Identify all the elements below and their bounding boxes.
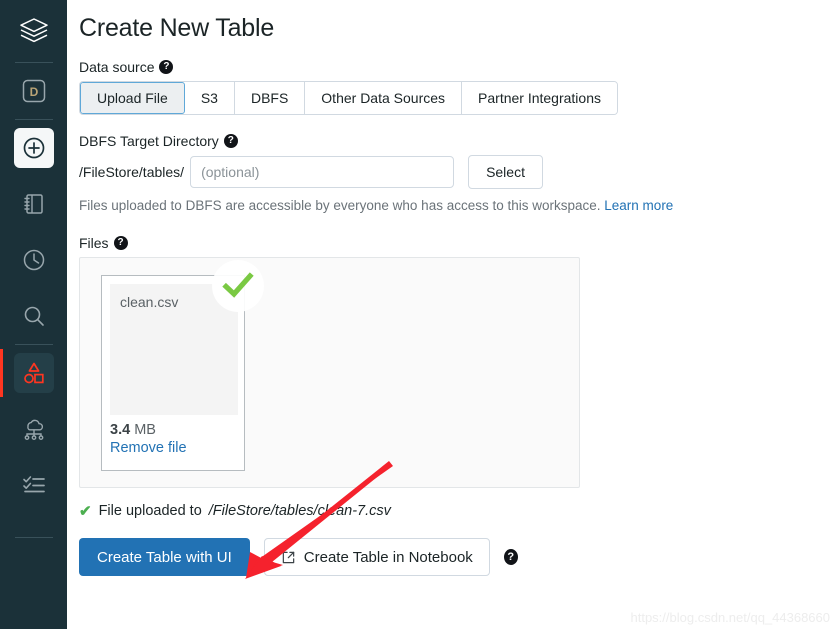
notebook-icon bbox=[23, 194, 43, 214]
learn-more-link[interactable]: Learn more bbox=[604, 198, 673, 213]
dbfs-hint-text: Files uploaded to DBFS are accessible by… bbox=[79, 198, 838, 213]
sidebar-item-workspace[interactable] bbox=[0, 176, 67, 232]
tab-dbfs[interactable]: DBFS bbox=[234, 82, 306, 114]
shapes-icon bbox=[23, 362, 44, 384]
tab-upload-file[interactable]: Upload File bbox=[80, 82, 185, 114]
file-dropzone[interactable]: clean.csv 3.4 MB Remove file bbox=[79, 257, 580, 488]
data-source-tabs: Upload File S3 DBFS Other Data Sources P… bbox=[79, 81, 618, 115]
file-name: clean.csv bbox=[120, 294, 179, 310]
dbfs-target-input[interactable] bbox=[190, 156, 455, 188]
dbfs-target-row: /FileStore/tables/ Select bbox=[79, 155, 838, 189]
tab-other-data-sources[interactable]: Other Data Sources bbox=[305, 82, 463, 114]
upload-status: ✔ File uploaded to /FileStore/tables/cle… bbox=[79, 502, 838, 520]
clock-icon bbox=[23, 249, 44, 271]
page-title: Create New Table bbox=[79, 14, 275, 42]
dbfs-hint-label: Files uploaded to DBFS are accessible by… bbox=[79, 198, 601, 213]
upload-success-badge bbox=[212, 260, 264, 312]
checklist-icon bbox=[22, 476, 45, 493]
sidebar-item-jobs[interactable] bbox=[0, 457, 67, 513]
search-icon bbox=[24, 306, 44, 326]
sidebar-divider-4 bbox=[14, 537, 53, 538]
svg-text:D: D bbox=[29, 85, 38, 99]
files-label-row: Files ? bbox=[79, 235, 838, 251]
file-meta: 3.4 MB Remove file bbox=[110, 415, 236, 456]
file-size-value: 3.4 bbox=[110, 422, 131, 438]
left-sidebar: D bbox=[0, 0, 67, 629]
file-size-unit: MB bbox=[134, 422, 156, 438]
file-card: clean.csv 3.4 MB Remove file bbox=[101, 260, 264, 471]
plus-circle-icon bbox=[23, 137, 44, 159]
upload-status-path: /FileStore/tables/clean-7.csv bbox=[208, 503, 391, 519]
create-table-in-notebook-label: Create Table in Notebook bbox=[303, 548, 473, 566]
help-icon[interactable]: ? bbox=[159, 60, 174, 74]
sidebar-item-workspace-d[interactable]: D bbox=[0, 63, 67, 119]
watermark: https://blog.csdn.net/qq_44368660 bbox=[630, 610, 831, 625]
sidebar-item-data[interactable] bbox=[0, 345, 67, 401]
cloud-cluster-icon bbox=[24, 419, 43, 440]
create-table-with-ui-button[interactable]: Create Table with UI bbox=[79, 538, 250, 576]
action-buttons: Create Table with UI Create Table in Not… bbox=[79, 538, 838, 576]
sidebar-item-search[interactable] bbox=[0, 288, 67, 344]
sidebar-item-create-new[interactable] bbox=[0, 120, 67, 176]
sidebar-item-clusters[interactable] bbox=[0, 401, 67, 457]
tab-partner-integrations[interactable]: Partner Integrations bbox=[462, 82, 617, 114]
dbfs-target-label-row: DBFS Target Directory ? bbox=[79, 133, 838, 149]
help-icon[interactable]: ? bbox=[113, 236, 128, 250]
databricks-logo[interactable] bbox=[0, 0, 67, 62]
create-table-in-notebook-button[interactable]: Create Table in Notebook bbox=[263, 538, 490, 576]
dbfs-target-label: DBFS Target Directory bbox=[79, 133, 219, 149]
remove-file-link[interactable]: Remove file bbox=[110, 440, 236, 456]
upload-status-prefix: File uploaded to bbox=[98, 503, 202, 519]
data-source-label-row: Data source ? bbox=[79, 59, 838, 75]
dbfs-path-prefix: /FileStore/tables/ bbox=[79, 164, 185, 180]
sidebar-item-recents[interactable] bbox=[0, 232, 67, 288]
help-icon[interactable]: ? bbox=[503, 549, 518, 565]
file-size: 3.4 MB bbox=[110, 422, 236, 438]
create-new-table-page: D Create New Table Data source ? Upload … bbox=[0, 0, 838, 629]
data-source-label: Data source bbox=[79, 59, 155, 75]
green-check-icon bbox=[222, 272, 254, 298]
external-link-icon bbox=[282, 551, 295, 563]
select-button[interactable]: Select bbox=[468, 155, 543, 189]
files-label: Files bbox=[79, 235, 109, 251]
help-icon[interactable]: ? bbox=[223, 134, 238, 148]
tab-s3[interactable]: S3 bbox=[184, 82, 235, 114]
green-check-icon: ✔ bbox=[79, 503, 92, 520]
main-content: Create New Table Data source ? Upload Fi… bbox=[67, 0, 838, 629]
letter-d-badge-icon: D bbox=[22, 79, 45, 103]
